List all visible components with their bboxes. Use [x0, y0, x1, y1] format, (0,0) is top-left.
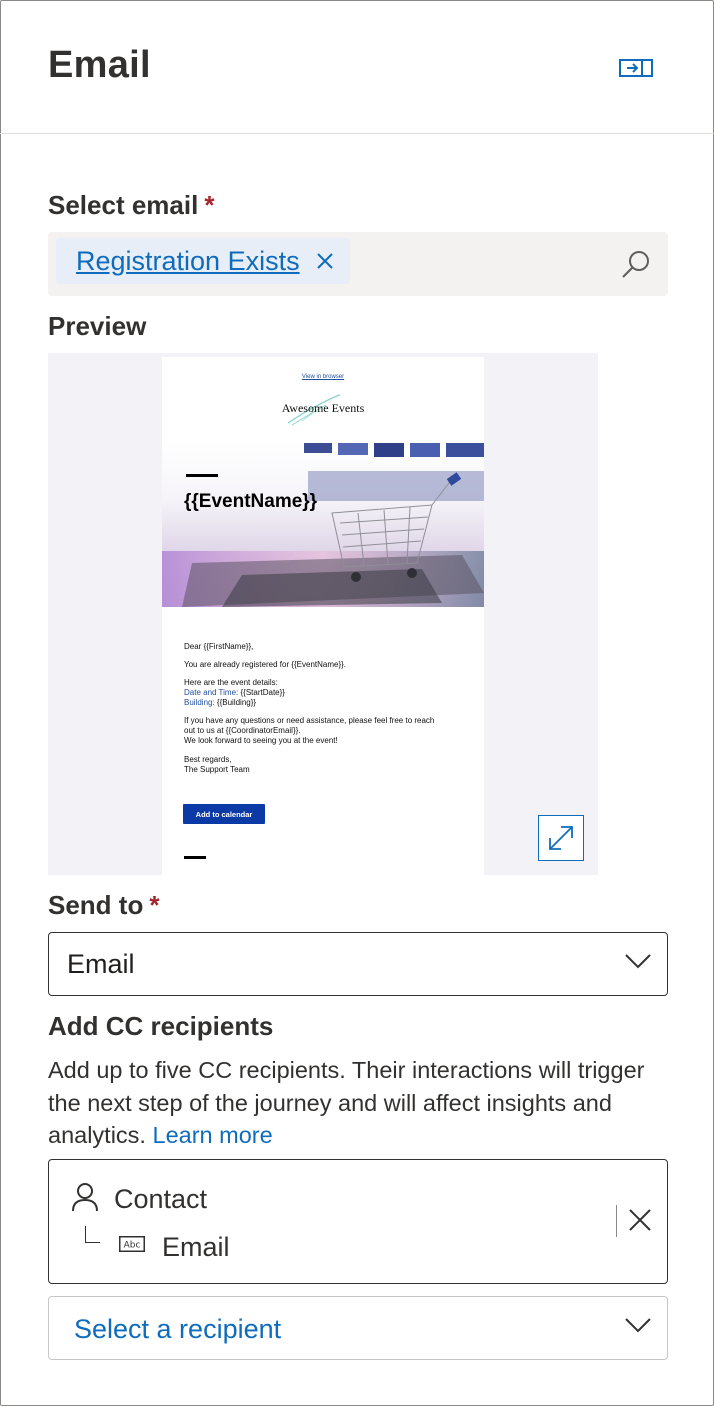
expand-preview-button[interactable] — [538, 815, 584, 861]
email-signature: The Support Team — [184, 765, 250, 774]
cc-entity-name: Contact — [114, 1184, 208, 1214]
email-line-registered: You are already registered for {{EventNa… — [184, 660, 347, 669]
footer-accent-bar — [184, 856, 206, 859]
email-lookup-field[interactable]: Registration Exists — [48, 232, 668, 296]
cc-description: Add up to five CC recipients. Their inte… — [48, 1057, 645, 1148]
hero-accent-bar — [186, 474, 218, 477]
collapse-panel-icon — [619, 59, 653, 77]
send-to-value: Email — [67, 949, 135, 979]
tree-connector — [85, 1226, 100, 1243]
select-email-label: Select email * — [48, 190, 215, 220]
chevron-down-icon — [625, 954, 651, 969]
email-help-line-3: We look forward to seeing you at the eve… — [184, 736, 338, 745]
svg-text:Abc: Abc — [124, 1241, 141, 1251]
cc-field-name: Email — [162, 1232, 230, 1262]
selected-email-link[interactable]: Registration Exists — [76, 246, 300, 277]
brand-name: Awesome Events — [281, 401, 365, 415]
email-signoff: Best regards, — [184, 755, 232, 764]
add-to-calendar-button: Add to calendar — [183, 804, 265, 824]
email-date-row: Date and Time: {{StartDate}} — [184, 688, 285, 697]
collapse-panel-button[interactable] — [618, 56, 654, 80]
learn-more-link[interactable]: Learn more — [153, 1122, 273, 1148]
hero-title: {{EventName}} — [184, 491, 318, 512]
preview-label: Preview — [48, 311, 147, 341]
select-recipient-placeholder: Select a recipient — [74, 1314, 282, 1344]
cc-heading: Add CC recipients — [48, 1011, 274, 1041]
email-preview: View in browser Awesome Events {{EventNa… — [48, 353, 598, 875]
close-icon[interactable] — [629, 1209, 651, 1231]
close-icon[interactable] — [316, 252, 334, 270]
expand-icon — [549, 826, 573, 850]
send-to-label: Send to * — [48, 890, 160, 920]
chevron-down-icon — [625, 1318, 651, 1333]
page-title: Email — [48, 44, 151, 86]
separator — [616, 1205, 617, 1237]
send-to-dropdown[interactable]: Email — [48, 932, 668, 996]
email-preview-document: View in browser Awesome Events {{EventNa… — [162, 357, 484, 875]
selected-email-tag[interactable]: Registration Exists — [56, 238, 350, 284]
text-field-icon: Abc — [119, 1236, 145, 1252]
search-icon[interactable] — [620, 248, 652, 280]
cc-recipient-card: Contact Abc Email — [48, 1159, 668, 1284]
email-building-row: Building: {{Building}} — [184, 698, 257, 707]
email-greeting: Dear {{FirstName}}, — [184, 642, 254, 651]
person-icon — [72, 1183, 98, 1212]
select-recipient-dropdown[interactable]: Select a recipient — [48, 1296, 668, 1360]
view-in-browser-link: View in browser — [301, 374, 345, 380]
hero-image: {{EventName}} — [162, 443, 484, 607]
email-details-intro: Here are the event details: — [184, 678, 278, 687]
email-help-line-2: out to us at {{CoordinatorEmail}}. — [184, 726, 301, 735]
email-help-line-1: If you have any questions or need assist… — [184, 716, 435, 725]
required-mark: * — [204, 190, 215, 220]
panel-header: Email — [0, 0, 714, 134]
required-mark: * — [149, 890, 160, 920]
